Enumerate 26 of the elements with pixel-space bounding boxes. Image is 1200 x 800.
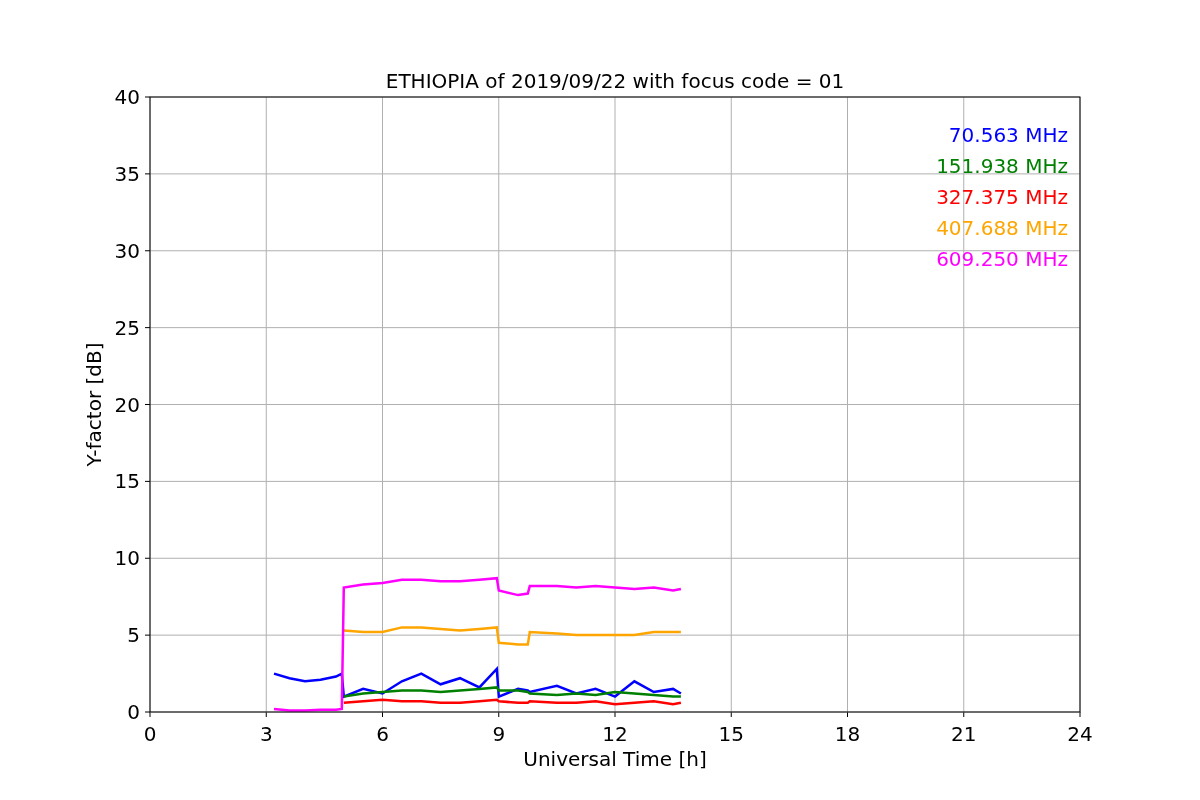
legend-label: 70.563 MHz <box>948 123 1068 147</box>
x-tick-label: 12 <box>602 722 628 746</box>
x-tick-label: 3 <box>259 722 273 746</box>
x-tick-label: 15 <box>718 722 744 746</box>
legend-label: 327.375 MHz <box>936 185 1068 209</box>
x-tick-label: 21 <box>951 722 977 746</box>
legend-label: 407.688 MHz <box>936 216 1068 240</box>
x-tick-label: 6 <box>376 722 389 746</box>
x-tick-label: 0 <box>143 722 157 746</box>
x-tick-label: 18 <box>834 722 861 746</box>
chart-title: ETHIOPIA of 2019/09/22 with focus code = 01 <box>385 69 845 93</box>
y-tick-label: 25 <box>114 315 140 340</box>
y-tick-label: 35 <box>114 161 140 186</box>
y-tick-label: 15 <box>114 469 140 494</box>
y-tick-label: 0 <box>127 700 140 724</box>
y-tick-label: 10 <box>114 546 140 571</box>
y-tick-label: 20 <box>114 392 140 417</box>
x-tick-label: 9 <box>492 722 506 746</box>
legend-label: 609.250 MHz <box>936 247 1068 271</box>
y-tick-label: 5 <box>127 623 140 648</box>
y-tick-label: 40 <box>114 85 140 109</box>
y-axis-label: Y-factor [dB] <box>82 342 106 467</box>
legend-label: 151.938 MHz <box>936 154 1068 178</box>
x-axis-label: Universal Time [h] <box>523 747 707 771</box>
y-tick-label: 30 <box>114 238 140 263</box>
x-tick-label: 24 <box>1067 722 1093 746</box>
